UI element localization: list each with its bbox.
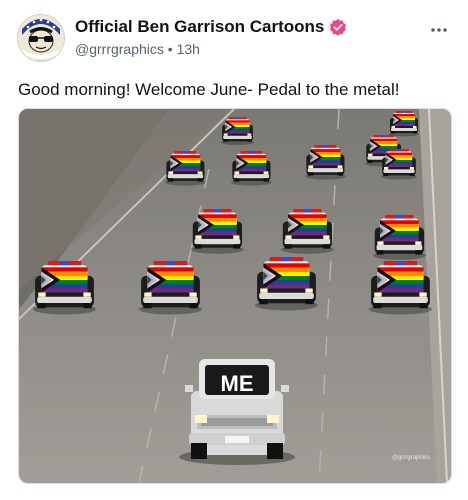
- handle[interactable]: @grrrgraphics: [75, 41, 164, 57]
- truck-label: ME: [221, 371, 254, 396]
- watermark: @grrrgraphics: [392, 455, 430, 461]
- meme-illustration: ME @grrrgraphics: [19, 109, 451, 483]
- timestamp[interactable]: 13h: [177, 41, 200, 57]
- post-header: Official Ben Garrison Cartoons @grrrgrap…: [0, 0, 468, 72]
- author-name[interactable]: Official Ben Garrison Cartoons: [75, 17, 324, 37]
- handle-row: @grrrgraphics • 13h: [75, 41, 200, 57]
- verified-check-icon: [330, 18, 347, 36]
- post-image[interactable]: ME @grrrgraphics: [18, 108, 452, 484]
- more-horizontal-icon[interactable]: [430, 25, 448, 35]
- post-text: Good morning! Welcome June- Pedal to the…: [18, 80, 400, 99]
- separator: •: [167, 41, 173, 57]
- author-row: Official Ben Garrison Cartoons: [75, 17, 347, 37]
- avatar-cartoon-icon: [18, 15, 64, 61]
- avatar[interactable]: [17, 14, 65, 62]
